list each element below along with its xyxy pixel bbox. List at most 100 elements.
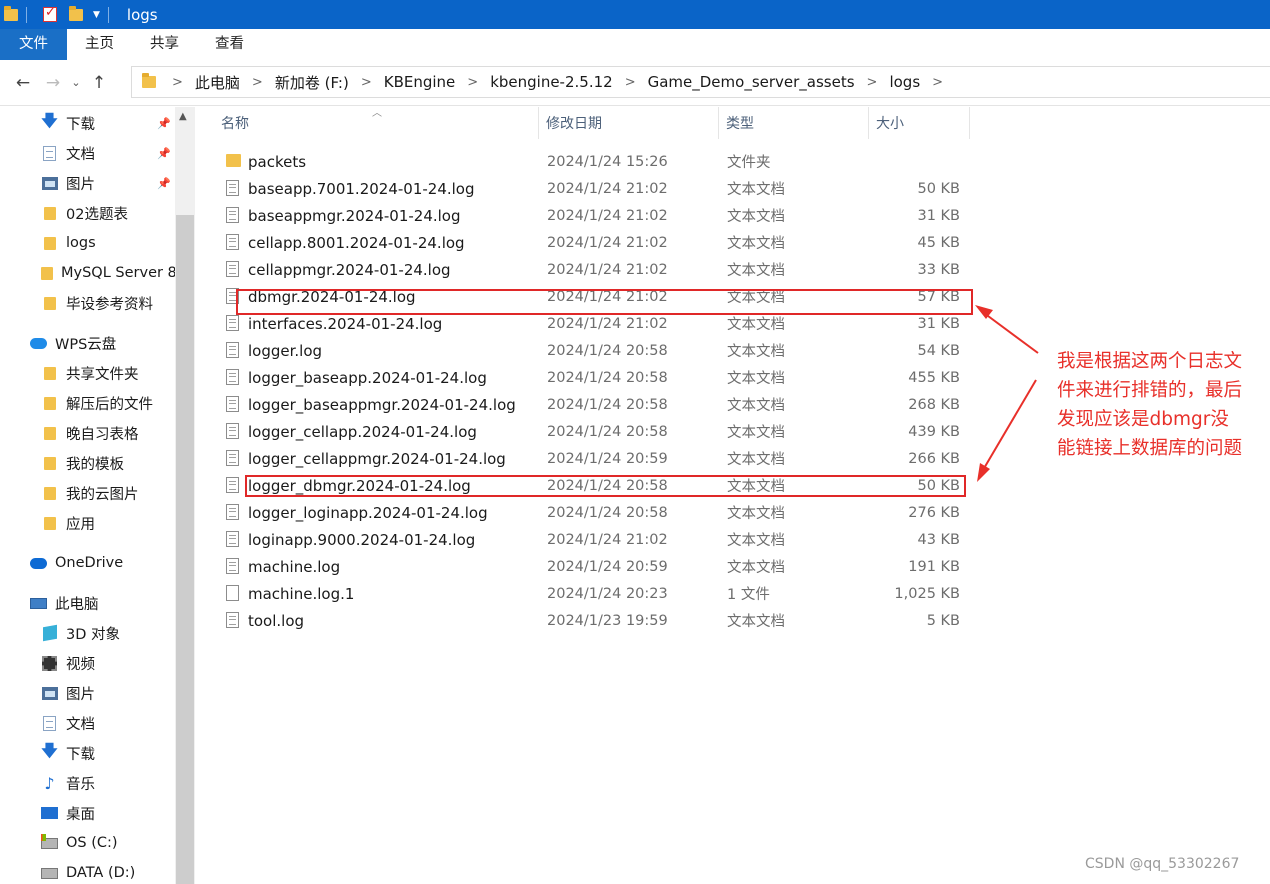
file-icon-wrapper (226, 369, 239, 385)
sidebar-item-folder[interactable]: logs (41, 231, 96, 255)
sidebar-item-desktop[interactable]: 桌面 (41, 801, 95, 825)
up-arrow-icon[interactable]: ↑ (84, 73, 114, 93)
sidebar-item-documents[interactable]: 文档 (41, 711, 95, 735)
recent-locations-chevron-icon[interactable]: ⌄ (68, 76, 84, 89)
text-file-icon (226, 234, 239, 250)
back-arrow-icon[interactable]: ← (8, 73, 38, 93)
sidebar-item-folder[interactable]: 我的云图片 (41, 481, 139, 505)
breadcrumb-item[interactable]: 此电脑 (195, 72, 240, 93)
scroll-up-icon[interactable]: ▲ (179, 111, 187, 122)
sidebar-item-videos[interactable]: 视频 (41, 651, 95, 675)
chevron-right-icon[interactable]: > (252, 75, 263, 90)
chevron-right-icon[interactable]: > (867, 75, 878, 90)
scrollbar-thumb[interactable] (176, 215, 194, 884)
file-type: 文本文档 (727, 263, 785, 279)
sidebar-item-folder[interactable]: 02选题表 (41, 201, 128, 225)
new-folder-icon[interactable] (69, 5, 83, 21)
window-title: logs (126, 5, 158, 24)
arrow-head-upper (975, 305, 993, 319)
file-row[interactable]: logger_baseappmgr.2024-01-24.log 2024/1/2… (215, 391, 975, 418)
sidebar-item-onedrive[interactable]: OneDrive (30, 551, 123, 575)
sidebar-item-this-pc[interactable]: 此电脑 (30, 591, 99, 615)
sidebar-item-folder[interactable]: MySQL Server 8 (41, 261, 175, 285)
breadcrumb-item[interactable]: kbengine-2.5.12 (490, 73, 613, 91)
toolbar-separator (26, 6, 27, 23)
sidebar-item-folder[interactable]: 解压后的文件 (41, 391, 153, 415)
file-row[interactable]: tool.log 2024/1/23 19:59 文本文档 5 KB (215, 607, 975, 634)
address-bar[interactable]: > 此电脑 > 新加卷 (F:) > KBEngine > kbengine-2… (131, 66, 1270, 98)
tab-file[interactable]: 文件 (0, 29, 67, 60)
sidebar-item-data-drive[interactable]: DATA (D:) (41, 861, 135, 884)
file-name: tool.log (248, 611, 305, 630)
chevron-right-icon[interactable]: > (932, 75, 943, 90)
sidebar-item-label: 晚自习表格 (66, 426, 139, 443)
chevron-right-icon[interactable]: > (625, 75, 636, 90)
file-icon-wrapper (226, 558, 239, 574)
sidebar-item-documents[interactable]: 文档 (41, 141, 95, 165)
sidebar-item-folder[interactable]: 晚自习表格 (41, 421, 139, 445)
column-header-size[interactable]: 大小 (869, 107, 970, 139)
file-icon-wrapper (226, 477, 239, 493)
file-type: 文本文档 (727, 614, 785, 630)
cube-icon (42, 624, 57, 642)
column-header-date[interactable]: 修改日期 (539, 107, 719, 139)
breadcrumb: > 此电脑 > 新加卷 (F:) > KBEngine > kbengine-2… (160, 72, 955, 93)
file-type: 文本文档 (727, 533, 785, 549)
sidebar-item-downloads[interactable]: 🡇 下载 (41, 741, 95, 765)
file-row[interactable]: machine.log.1 2024/1/24 20:23 1 文件 1,025 KB (215, 580, 975, 607)
sidebar-item-pictures[interactable]: 图片 (41, 681, 95, 705)
tab-share[interactable]: 共享 (132, 29, 197, 60)
sidebar-item-folder[interactable]: 应用 (41, 511, 95, 535)
column-header-name[interactable]: 名称 (214, 107, 539, 139)
file-type: 文本文档 (727, 560, 785, 576)
pin-icon[interactable]: 📌 (157, 147, 171, 160)
text-file-icon (226, 477, 239, 493)
breadcrumb-item[interactable]: Game_Demo_server_assets (648, 73, 855, 91)
sidebar-item-downloads[interactable]: 🡇 下载 (41, 111, 95, 135)
tab-view[interactable]: 查看 (197, 29, 262, 60)
breadcrumb-item[interactable]: logs (889, 73, 920, 91)
file-type: 文本文档 (727, 371, 785, 387)
file-row[interactable]: logger_cellappmgr.2024-01-24.log 2024/1/2… (215, 445, 975, 472)
chevron-right-icon[interactable]: > (467, 75, 478, 90)
sidebar-item-music[interactable]: ♪ 音乐 (41, 771, 95, 795)
sidebar-item-label: 图片 (66, 176, 95, 193)
chevron-right-icon[interactable]: > (361, 75, 372, 90)
sidebar-item-folder[interactable]: 共享文件夹 (41, 361, 139, 385)
file-date: 2024/1/24 21:02 (547, 207, 668, 224)
breadcrumb-item[interactable]: KBEngine (384, 73, 456, 91)
file-row[interactable]: cellapp.8001.2024-01-24.log 2024/1/24 21:… (215, 229, 975, 256)
properties-icon[interactable] (43, 5, 57, 22)
pin-icon[interactable]: 📌 (157, 117, 171, 130)
file-row[interactable]: loginapp.9000.2024-01-24.log 2024/1/24 21… (215, 526, 975, 553)
forward-arrow-icon[interactable]: → (38, 73, 68, 93)
file-type: 文本文档 (727, 236, 785, 252)
file-row[interactable]: logger_loginapp.2024-01-24.log 2024/1/24 … (215, 499, 975, 526)
picture-icon (41, 686, 58, 700)
document-icon (43, 715, 56, 731)
customize-dropdown-icon[interactable]: ▼ (93, 10, 100, 20)
sidebar-item-folder[interactable]: 毕设参考资料 (41, 291, 153, 315)
file-row[interactable]: logger.log 2024/1/24 20:58 文本文档 54 KB (215, 337, 975, 364)
file-date: 2024/1/24 20:58 (547, 396, 668, 413)
column-header-type[interactable]: 类型 (719, 107, 869, 139)
tab-home[interactable]: 主页 (67, 29, 132, 60)
file-row[interactable]: baseappmgr.2024-01-24.log 2024/1/24 21:02… (215, 202, 975, 229)
file-row[interactable]: baseapp.7001.2024-01-24.log 2024/1/24 21:… (215, 175, 975, 202)
folder-icon (226, 154, 241, 167)
file-row[interactable]: packets 2024/1/24 15:26 文件夹 (215, 148, 975, 175)
sidebar-item-folder[interactable]: 我的模板 (41, 451, 124, 475)
file-row[interactable]: machine.log 2024/1/24 20:59 文本文档 191 KB (215, 553, 975, 580)
file-icon-wrapper (226, 261, 239, 277)
sidebar-item-os-drive[interactable]: OS (C:) (41, 831, 118, 855)
sidebar-item-pictures[interactable]: 图片 (41, 171, 95, 195)
file-row[interactable]: logger_cellapp.2024-01-24.log 2024/1/24 2… (215, 418, 975, 445)
pin-icon[interactable]: 📌 (157, 177, 171, 190)
sidebar-item-3d-objects[interactable]: 3D 对象 (41, 621, 120, 645)
breadcrumb-item[interactable]: 新加卷 (F:) (275, 72, 349, 93)
file-row[interactable]: cellappmgr.2024-01-24.log 2024/1/24 21:02… (215, 256, 975, 283)
sidebar-item-wps-cloud[interactable]: WPS云盘 (30, 331, 116, 355)
file-row[interactable]: logger_baseapp.2024-01-24.log 2024/1/24 2… (215, 364, 975, 391)
nav-scrollbar[interactable]: ▲ (175, 107, 195, 884)
file-type: 文本文档 (727, 452, 785, 468)
